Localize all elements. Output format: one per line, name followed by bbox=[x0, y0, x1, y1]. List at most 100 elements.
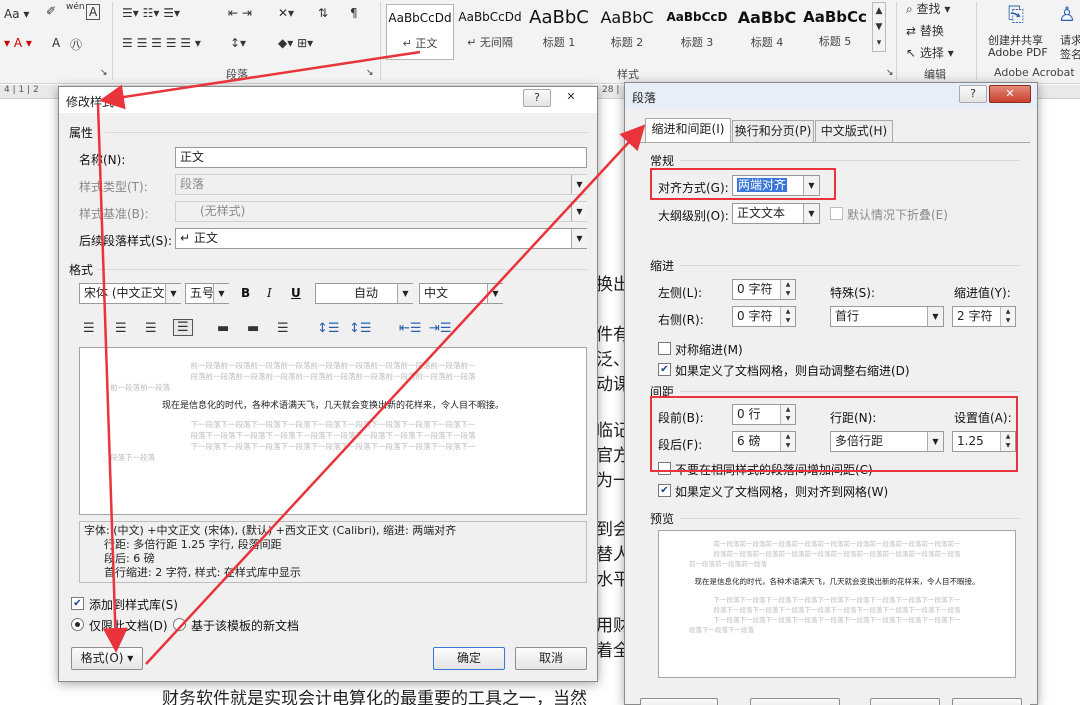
align-left-icon[interactable]: ☰ bbox=[83, 321, 95, 336]
clear-format-icon[interactable]: ✐ bbox=[46, 4, 56, 18]
tab-line-page-breaks[interactable]: 换行和分页(P) bbox=[732, 120, 814, 142]
close-button[interactable]: ✕ bbox=[989, 85, 1031, 103]
chevron-down-icon[interactable]: ▼ bbox=[487, 284, 503, 303]
spinner-icon[interactable]: ▲ ▼ bbox=[780, 280, 795, 299]
desc-line: 首行缩进: 2 字符, 样式: 在样式库中显示 bbox=[104, 566, 301, 579]
styles-dialog-launcher[interactable]: ↘ bbox=[886, 68, 894, 78]
style-heading-2[interactable]: AaBbC 标题 2 bbox=[594, 4, 660, 60]
paragraph-titlebar[interactable]: 段落 ? ✕ bbox=[625, 83, 1037, 109]
format-section-label: 格式 bbox=[69, 263, 94, 277]
asian-layout-icon[interactable]: ✕▾ bbox=[278, 6, 294, 20]
format-menu-button[interactable]: 格式(O) ▾ bbox=[71, 647, 143, 670]
modify-style-titlebar[interactable]: 修改样式 ? ✕ bbox=[59, 87, 597, 113]
help-button[interactable]: ? bbox=[959, 85, 987, 103]
tab-asian-typography[interactable]: 中文版式(H) bbox=[815, 120, 893, 142]
preview-main-text: 现在是信息化的时代，各种术语满天飞，几天就会变换出新的花样来，令人目不暇接。 bbox=[161, 401, 504, 411]
align-right-icon[interactable]: ☰ bbox=[145, 321, 157, 336]
request-label-2[interactable]: 签名 bbox=[1060, 46, 1080, 62]
character-border-button[interactable]: A bbox=[86, 4, 101, 20]
italic-button[interactable]: I bbox=[267, 286, 272, 300]
decrease-spacing-icon[interactable]: ↕☰ bbox=[349, 321, 372, 336]
next-style-select[interactable]: ↵ 正文 bbox=[175, 228, 587, 249]
chevron-down-icon[interactable]: ▼ bbox=[397, 284, 413, 303]
char-shading-icon[interactable]: A bbox=[52, 36, 60, 50]
ok-button[interactable]: 确定 bbox=[433, 647, 505, 670]
indent-icons[interactable]: ⇤ ⇥ bbox=[228, 6, 252, 20]
create-pdf-label-2[interactable]: Adobe PDF bbox=[988, 46, 1048, 59]
align-center-icon[interactable]: ☰ bbox=[115, 321, 127, 336]
chevron-down-icon[interactable]: ▼ bbox=[165, 284, 181, 303]
indent-by-value: 2 字符 bbox=[957, 309, 993, 323]
tabs-button[interactable] bbox=[640, 698, 718, 705]
onehalf-spacing-icon[interactable]: ▬ bbox=[247, 321, 259, 336]
style-heading-4[interactable]: AaBbC 标题 4 bbox=[734, 4, 800, 60]
select-button[interactable]: ↖ 选择 ▾ bbox=[906, 44, 954, 61]
enclose-char-icon[interactable]: ㊇ bbox=[70, 36, 82, 53]
line-spacing-icon[interactable]: ↕▾ bbox=[230, 36, 246, 50]
style-heading-5[interactable]: AaBbCc 标题 5 bbox=[802, 4, 868, 60]
font-dialog-launcher[interactable]: ↘ bbox=[100, 68, 108, 78]
chevron-down-icon[interactable]: ▼ bbox=[803, 204, 819, 223]
find-button[interactable]: ⌕ 查找 ▾ bbox=[906, 0, 950, 17]
preview-next-line: 段落下一段落下一段落下一段落下一段落下一段落下一段落下一段落下一段落下一段落 bbox=[713, 606, 961, 614]
bullets-icon[interactable]: ☰▾ ☷▾ ☰▾ bbox=[122, 6, 180, 20]
left-indent-value: 0 字符 bbox=[737, 282, 773, 296]
paragraph-title: 段落 bbox=[632, 91, 657, 105]
set-default-button[interactable] bbox=[750, 698, 840, 705]
cancel-button[interactable] bbox=[952, 698, 1022, 705]
mirror-indent-checkbox[interactable] bbox=[658, 342, 671, 355]
tab-indent-spacing[interactable]: 缩进和间距(I) bbox=[645, 118, 731, 142]
chevron-down-icon[interactable]: ▼ bbox=[213, 284, 229, 303]
single-spacing-icon[interactable]: ▬ bbox=[217, 321, 229, 336]
align-icons[interactable]: ☰ ☰ ☰ ☰ ☰ ▾ bbox=[122, 36, 201, 50]
style-gallery-scroll[interactable]: ▲ ▼ ▾ bbox=[872, 2, 886, 52]
replace-button[interactable]: ⇄ 替换 bbox=[906, 22, 944, 39]
chevron-down-icon[interactable]: ▼ bbox=[571, 229, 587, 248]
justify-icon[interactable]: ☰ bbox=[173, 319, 193, 336]
close-button[interactable]: ✕ bbox=[557, 89, 585, 107]
preview-next-line: 段落下一段落下一段落 bbox=[689, 626, 754, 634]
style-heading-1[interactable]: AaBbC 标题 1 bbox=[526, 4, 592, 60]
change-case-button[interactable]: Aa ▾ bbox=[4, 7, 29, 21]
new-docs-radio[interactable] bbox=[173, 618, 186, 631]
chevron-down-icon[interactable]: ▼ bbox=[927, 307, 943, 326]
spinner-icon[interactable]: ▲ ▼ bbox=[780, 307, 795, 326]
add-to-gallery-checkbox[interactable]: ✔ bbox=[71, 597, 84, 610]
decrease-indent-icon[interactable]: ⇤☰ bbox=[399, 321, 422, 336]
snap-to-grid-checkbox[interactable]: ✔ bbox=[658, 484, 671, 497]
ribbon: Aa ▾ ✐ wén A ▾ A ▾ A ㊇ ☰▾ ☷▾ ☰▾ ⇤ ⇥ ✕▾ ⇅… bbox=[0, 0, 1080, 84]
style-no-spacing[interactable]: AaBbCcDd ↵ 无间隔 bbox=[456, 4, 524, 60]
ok-button[interactable] bbox=[870, 698, 940, 705]
increase-indent-icon[interactable]: ⇥☰ bbox=[429, 321, 452, 336]
show-marks-icon[interactable]: ¶ bbox=[350, 6, 358, 20]
outline-level-value: 正文文本 bbox=[737, 206, 786, 220]
double-spacing-icon[interactable]: ☰ bbox=[277, 321, 289, 336]
phonetic-guide-button[interactable]: wén bbox=[66, 2, 85, 12]
style-type-select[interactable]: 段落 bbox=[175, 174, 587, 195]
auto-right-indent-checkbox[interactable]: ✔ bbox=[658, 363, 671, 376]
only-this-doc-radio[interactable] bbox=[71, 618, 84, 631]
spacing-highlight-box bbox=[650, 396, 1018, 472]
style-heading-3[interactable]: AaBbCcD 标题 3 bbox=[664, 4, 730, 60]
based-on-select[interactable]: (无样式) bbox=[175, 201, 587, 222]
style-type-label: 样式类型(T): bbox=[79, 180, 148, 194]
increase-spacing-icon[interactable]: ↕☰ bbox=[317, 321, 340, 336]
sort-icon[interactable]: ⇅ bbox=[318, 6, 328, 20]
next-style-label: 后续段落样式(S): bbox=[79, 234, 173, 248]
name-input[interactable]: 正文 bbox=[175, 147, 587, 168]
new-docs-label: 基于该模板的新文档 bbox=[191, 619, 300, 633]
styles-group-label: 样式 bbox=[617, 68, 639, 81]
chevron-down-icon[interactable]: ▼ bbox=[571, 202, 587, 221]
underline-button[interactable]: U bbox=[291, 286, 301, 300]
help-button[interactable]: ? bbox=[523, 89, 551, 107]
bold-button[interactable]: B bbox=[241, 286, 250, 300]
font-color-button[interactable]: ▾ A ▾ bbox=[4, 36, 32, 50]
style-normal[interactable]: AaBbCcDd ↵ 正文 bbox=[386, 4, 454, 60]
collapse-checkbox[interactable] bbox=[830, 207, 843, 220]
paragraph-dialog-launcher[interactable]: ↘ bbox=[366, 68, 374, 78]
chevron-down-icon[interactable]: ▼ bbox=[571, 175, 587, 194]
shading-icon[interactable]: ◆▾ ⊞▾ bbox=[278, 36, 313, 50]
cancel-button[interactable]: 取消 bbox=[515, 647, 587, 670]
paragraph-group-label: 段落 bbox=[226, 68, 248, 81]
spinner-icon[interactable]: ▲ ▼ bbox=[1000, 307, 1015, 326]
